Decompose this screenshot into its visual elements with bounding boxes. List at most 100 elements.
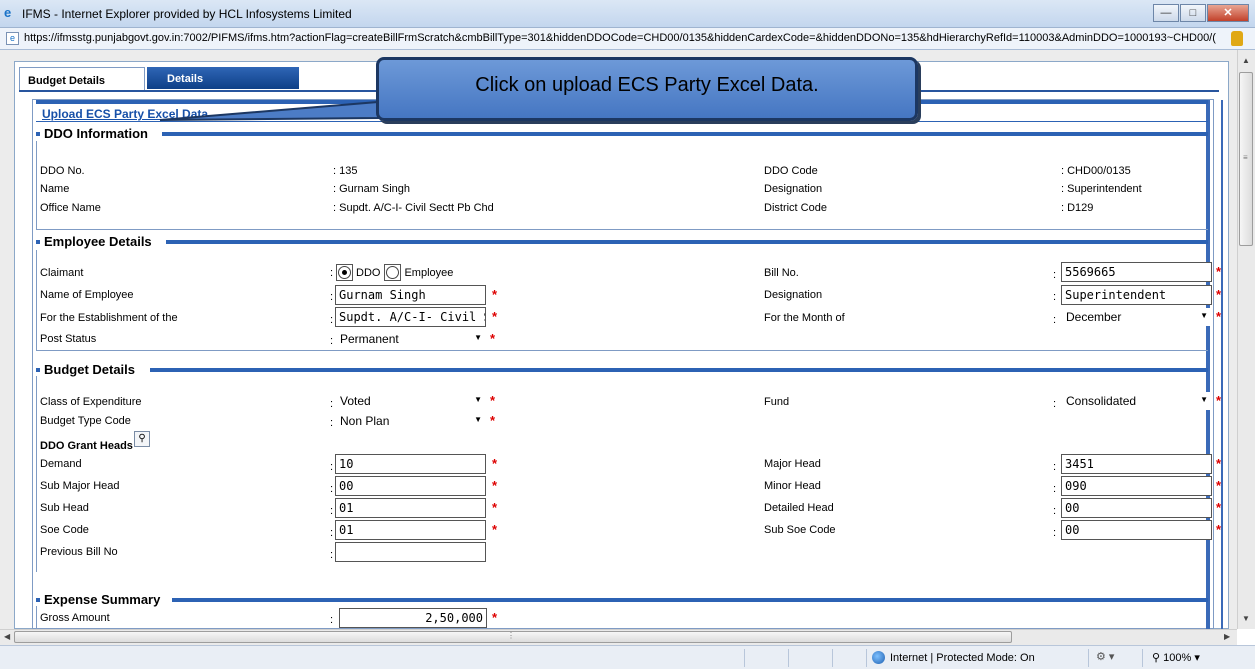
post-status-required: * bbox=[490, 331, 496, 346]
sub-soe-code-input[interactable]: 00 bbox=[1061, 520, 1212, 540]
soe-code-input[interactable]: 01 bbox=[335, 520, 486, 540]
vertical-scroll-thumb[interactable]: ≡ bbox=[1239, 72, 1253, 246]
budget-box-left bbox=[36, 376, 37, 572]
budget-type-value: Non Plan bbox=[340, 414, 390, 428]
post-status-select[interactable]: Permanent ▼ bbox=[336, 330, 486, 348]
scroll-left-icon[interactable]: ◀ bbox=[4, 632, 10, 641]
scroll-up-icon[interactable]: ▲ bbox=[1242, 56, 1250, 65]
horizontal-scroll-thumb[interactable]: ⋮ bbox=[14, 631, 1012, 643]
sub-head-label: Sub Head bbox=[40, 502, 89, 514]
chevron-down-icon: ▼ bbox=[1200, 311, 1208, 320]
ddo-no-value: : 135 bbox=[333, 165, 358, 177]
scroll-down-icon[interactable]: ▼ bbox=[1242, 614, 1250, 623]
demand-input[interactable]: 10 bbox=[335, 454, 486, 474]
establishment-required: * bbox=[492, 309, 498, 324]
employee-name-input[interactable]: Gurnam Singh bbox=[335, 285, 486, 305]
tab-details[interactable]: Details bbox=[147, 67, 299, 89]
minor-head-input[interactable]: 090 bbox=[1061, 476, 1212, 496]
employee-name-required: * bbox=[492, 287, 498, 302]
previous-bill-input[interactable] bbox=[335, 542, 486, 562]
maximize-button[interactable]: □ bbox=[1180, 4, 1206, 22]
post-status-label: Post Status bbox=[40, 333, 97, 345]
employee-heading-line bbox=[166, 240, 1208, 244]
demand-required: * bbox=[492, 456, 498, 471]
sub-major-head-colon: : bbox=[330, 483, 334, 495]
sub-soe-code-label: Sub Soe Code bbox=[764, 524, 836, 536]
class-expenditure-colon: : bbox=[330, 398, 334, 410]
security-zone[interactable]: Internet | Protected Mode: On bbox=[872, 651, 1035, 664]
major-head-input[interactable]: 3451 bbox=[1061, 454, 1212, 474]
chevron-down-icon: ▼ bbox=[474, 395, 482, 404]
search-icon[interactable]: ⚲ bbox=[134, 431, 150, 447]
sub-head-input[interactable]: 01 bbox=[335, 498, 486, 518]
establishment-input[interactable]: Supdt. A/C-I- Civil Sectt bbox=[335, 307, 486, 327]
soe-code-label: Soe Code bbox=[40, 524, 89, 536]
lock-icon[interactable] bbox=[1231, 31, 1243, 46]
header-bar-bottom bbox=[36, 121, 1208, 122]
status-divider bbox=[744, 649, 745, 667]
minimize-button[interactable]: — bbox=[1153, 4, 1179, 22]
sub-soe-code-required: * bbox=[1216, 522, 1222, 537]
bill-no-colon: : bbox=[1053, 269, 1057, 281]
class-expenditure-value: Voted bbox=[340, 394, 371, 408]
radio-ddo[interactable] bbox=[338, 266, 351, 279]
fund-select[interactable]: Consolidated ▼ bbox=[1062, 392, 1212, 410]
budget-type-select[interactable]: Non Plan ▼ bbox=[336, 412, 486, 430]
employee-heading: Employee Details bbox=[44, 234, 152, 249]
employee-name-colon: : bbox=[330, 291, 334, 303]
fund-value: Consolidated bbox=[1066, 394, 1137, 408]
radio-employee-label: Employee bbox=[404, 266, 454, 279]
section-employee-details: Employee Details bbox=[36, 234, 152, 249]
detailed-head-colon: : bbox=[1053, 505, 1057, 517]
scroll-right-icon[interactable]: ▶ bbox=[1224, 632, 1230, 641]
status-divider bbox=[1088, 649, 1089, 667]
callout-box: Click on upload ECS Party Excel Data. bbox=[376, 57, 918, 121]
status-divider bbox=[866, 649, 867, 667]
designation-input[interactable]: Superintendent bbox=[1061, 285, 1212, 305]
radio-employee[interactable] bbox=[386, 266, 400, 279]
upload-ecs-link[interactable]: Upload ECS Party Excel Data bbox=[42, 107, 208, 121]
detailed-head-input[interactable]: 00 bbox=[1061, 498, 1212, 518]
sub-major-head-input[interactable]: 00 bbox=[335, 476, 486, 496]
employee-box-left bbox=[36, 250, 37, 350]
minor-head-required: * bbox=[1216, 478, 1222, 493]
chevron-down-icon: ▼ bbox=[474, 415, 482, 424]
sub-soe-code-colon: : bbox=[1053, 527, 1057, 539]
ddo-name-label: Name bbox=[40, 183, 70, 195]
ie-logo-icon: e bbox=[4, 5, 12, 20]
close-button[interactable]: ✕ bbox=[1207, 4, 1249, 22]
expense-heading-line bbox=[172, 598, 1208, 602]
ddo-box-left bbox=[36, 141, 37, 229]
radio-ddo-frame[interactable] bbox=[336, 264, 353, 281]
radio-ddo-label: DDO bbox=[356, 266, 381, 279]
radio-employee-frame[interactable] bbox=[384, 264, 402, 281]
bill-no-input[interactable]: 5569665 bbox=[1061, 262, 1212, 282]
gross-amount-input[interactable]: 2,50,000 bbox=[339, 608, 487, 628]
chevron-down-icon: ▼ bbox=[1200, 395, 1208, 404]
month-required: * bbox=[1216, 309, 1222, 324]
post-status-colon: : bbox=[330, 335, 334, 347]
section-budget-details: Budget Details bbox=[36, 362, 135, 377]
form-content bbox=[32, 99, 1214, 629]
ddo-heading-line bbox=[162, 132, 1208, 136]
post-status-value: Permanent bbox=[340, 332, 399, 346]
section-expense-summary: Expense Summary bbox=[36, 592, 160, 607]
grant-heads-label: DDO Grant Heads bbox=[40, 440, 133, 452]
address-url[interactable]: https://ifmsstg.punjabgovt.gov.in:7002/P… bbox=[24, 32, 1229, 44]
ddo-no-label: DDO No. bbox=[40, 165, 85, 177]
class-expenditure-select[interactable]: Voted ▼ bbox=[336, 392, 486, 410]
month-select[interactable]: December ▼ bbox=[1062, 308, 1212, 326]
address-bar[interactable]: e https://ifmsstg.punjabgovt.gov.in:7002… bbox=[0, 28, 1255, 50]
zoom-control[interactable]: ⚲ 100% ▾ bbox=[1152, 651, 1200, 664]
budget-type-colon: : bbox=[330, 417, 334, 429]
ddo-code-value: : CHD00/0135 bbox=[1061, 165, 1131, 177]
month-value: December bbox=[1066, 310, 1122, 324]
month-colon: : bbox=[1053, 314, 1057, 326]
budget-type-required: * bbox=[490, 413, 496, 428]
claimant-colon: : bbox=[330, 267, 334, 279]
fund-colon: : bbox=[1053, 398, 1057, 410]
tab-budget-details[interactable]: Budget Details bbox=[19, 67, 145, 91]
protected-mode-icon[interactable]: ⚙ ▾ bbox=[1096, 650, 1114, 663]
security-zone-text: Internet | Protected Mode: On bbox=[890, 651, 1035, 664]
status-divider bbox=[1142, 649, 1143, 667]
